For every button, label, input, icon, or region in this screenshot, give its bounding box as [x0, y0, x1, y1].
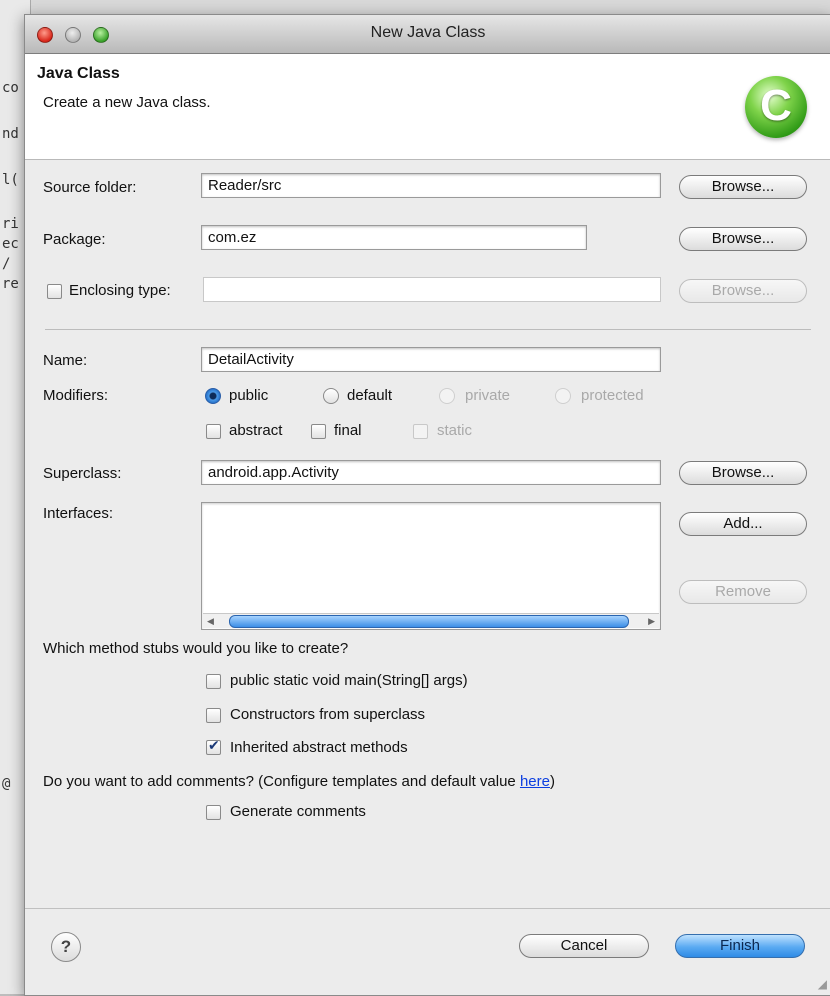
- enclosing-type-label: Enclosing type:: [69, 282, 171, 299]
- enclosing-type-browse-button[interactable]: Browse...: [679, 279, 807, 303]
- interfaces-horizontal-scrollbar[interactable]: ◀ ▶: [203, 613, 659, 628]
- separator: [45, 329, 811, 330]
- logo-letter: C: [760, 81, 792, 130]
- background-fragment: @: [2, 776, 11, 792]
- wizard-heading: Java Class: [37, 65, 120, 82]
- comments-question-text: Do you want to add comments? (Configure …: [43, 773, 520, 790]
- help-icon[interactable]: ?: [51, 932, 81, 962]
- generate-comments-checkbox[interactable]: [206, 805, 221, 820]
- modifier-static-label: static: [437, 422, 473, 439]
- modifier-private-label: private: [465, 387, 511, 404]
- background-fragment: re: [2, 276, 19, 292]
- enclosing-type-input[interactable]: [203, 277, 661, 302]
- title-bar[interactable]: New Java Class: [25, 15, 830, 54]
- superclass-browse-button[interactable]: Browse...: [679, 461, 807, 485]
- name-label: Name:: [43, 352, 88, 369]
- generate-comments-label: Generate comments: [230, 803, 366, 820]
- modifier-default-label: default: [347, 387, 393, 404]
- source-folder-input[interactable]: Reader/src: [201, 173, 661, 198]
- enclosing-type-checkbox[interactable]: [47, 284, 62, 299]
- method-stubs-question: Which method stubs would you like to cre…: [43, 640, 349, 657]
- stub-inherited-abstract-checkbox[interactable]: [206, 737, 221, 755]
- stub-main-label: public static void main(String[] args): [230, 672, 468, 689]
- finish-button[interactable]: Finish: [675, 934, 805, 958]
- modifier-abstract-label: abstract: [229, 422, 283, 439]
- background-fragment: nd: [2, 126, 19, 142]
- class-name-input[interactable]: DetailActivity: [201, 347, 661, 372]
- stub-constructors-label: Constructors from superclass: [230, 706, 426, 723]
- modifier-private-radio[interactable]: [439, 388, 455, 404]
- background-fragment: /: [2, 256, 11, 272]
- modifier-protected-radio[interactable]: [555, 388, 571, 404]
- dialog-footer: ? Cancel Finish ◢: [25, 908, 830, 995]
- superclass-input[interactable]: android.app.Activity: [201, 460, 661, 485]
- modifiers-label: Modifiers:: [43, 387, 109, 404]
- background-fragment: co: [2, 80, 19, 96]
- scroll-left-icon[interactable]: ◀: [207, 614, 214, 628]
- modifier-final-label: final: [334, 422, 362, 439]
- modifier-protected-label: protected: [581, 387, 644, 404]
- wizard-description: Create a new Java class.: [43, 94, 211, 111]
- scroll-right-icon[interactable]: ▶: [648, 614, 655, 628]
- modifier-final-checkbox[interactable]: [311, 424, 326, 439]
- new-java-class-dialog: New Java Class Java Class Create a new J…: [24, 14, 830, 996]
- modifier-static-checkbox[interactable]: [413, 424, 428, 439]
- stub-main-checkbox[interactable]: [206, 674, 221, 689]
- source-folder-label: Source folder:: [43, 179, 137, 196]
- modifier-abstract-checkbox[interactable]: [206, 424, 221, 439]
- wizard-banner: Java Class Create a new Java class. C: [25, 54, 830, 160]
- java-class-logo-icon: C: [745, 76, 807, 138]
- superclass-label: Superclass:: [43, 465, 122, 482]
- background-fragment: ec: [2, 236, 19, 252]
- background-fragment: l(: [2, 172, 19, 188]
- resize-grip-icon[interactable]: ◢: [818, 977, 827, 991]
- window-title: New Java Class: [370, 24, 486, 41]
- modifier-public-label: public: [229, 387, 269, 404]
- interfaces-label: Interfaces:: [43, 505, 114, 522]
- comments-question-close: ): [549, 773, 555, 790]
- cancel-button[interactable]: Cancel: [519, 934, 649, 958]
- remove-interface-button[interactable]: Remove: [679, 580, 807, 604]
- comments-question: Do you want to add comments? (Configure …: [43, 773, 555, 790]
- interfaces-list[interactable]: ◀ ▶: [201, 502, 661, 630]
- background-toolbar: [0, 0, 830, 14]
- modifier-default-radio[interactable]: [323, 388, 339, 404]
- package-label: Package:: [43, 231, 106, 248]
- configure-templates-link[interactable]: here: [520, 773, 550, 790]
- package-browse-button[interactable]: Browse...: [679, 227, 807, 251]
- stub-inherited-abstract-label: Inherited abstract methods: [230, 739, 408, 756]
- background-fragment: ri: [2, 216, 19, 232]
- add-interface-button[interactable]: Add...: [679, 512, 807, 536]
- stub-constructors-checkbox[interactable]: [206, 708, 221, 723]
- modifier-public-radio[interactable]: [205, 388, 221, 404]
- source-folder-browse-button[interactable]: Browse...: [679, 175, 807, 199]
- package-input[interactable]: com.ez: [201, 225, 587, 250]
- scrollbar-thumb[interactable]: [229, 615, 629, 628]
